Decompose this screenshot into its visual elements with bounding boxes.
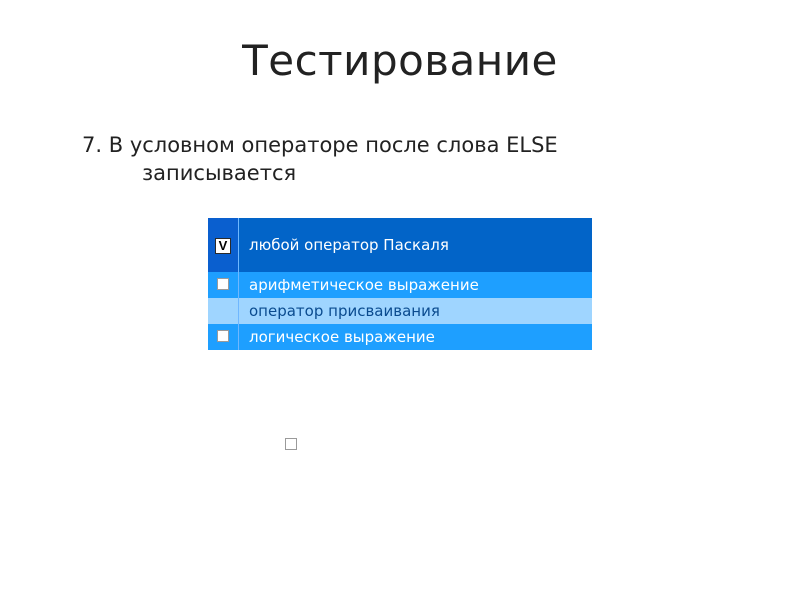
question-line2: записывается (82, 159, 672, 187)
page-title: Тестирование (0, 0, 800, 85)
answer-label: логическое выражение (239, 324, 593, 350)
question-number: 7. (82, 133, 102, 157)
question-line1: В условном операторе после слова ELSE (109, 133, 558, 157)
answer-checkbox-cell[interactable] (208, 324, 239, 350)
slide: Тестирование 7. В условном операторе пос… (0, 0, 800, 600)
answer-checkbox-cell[interactable] (208, 298, 239, 324)
answer-checkbox-cell[interactable]: V (208, 218, 239, 272)
answer-label: арифметическое выражение (239, 272, 593, 298)
question-text: 7. В условном операторе после слова ELSE… (82, 131, 672, 188)
answer-row[interactable]: арифметическое выражение (208, 272, 592, 298)
answer-row[interactable]: V любой оператор Паскаля (208, 218, 592, 272)
answer-label: любой оператор Паскаля (239, 218, 593, 272)
answer-checkbox-cell[interactable] (208, 272, 239, 298)
answer-row[interactable]: оператор присваивания (208, 298, 592, 324)
checkbox-icon[interactable] (217, 278, 229, 290)
checkbox-icon[interactable] (217, 330, 229, 342)
answer-row[interactable]: логическое выражение (208, 324, 592, 350)
stray-checkbox-icon (285, 438, 297, 450)
answers-table: V любой оператор Паскаля арифметическое … (208, 218, 592, 350)
answer-label: оператор присваивания (239, 298, 593, 324)
checkbox-icon[interactable]: V (215, 238, 231, 254)
